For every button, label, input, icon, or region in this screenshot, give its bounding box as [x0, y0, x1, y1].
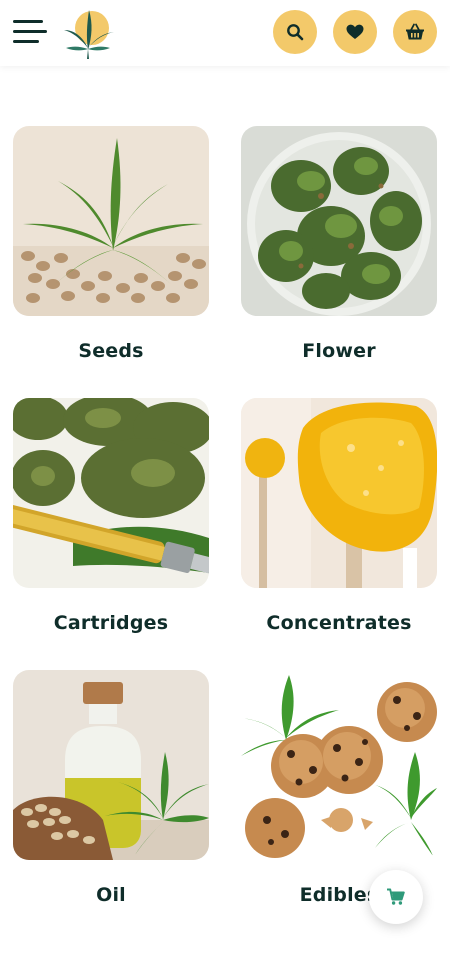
top-header	[0, 0, 450, 66]
category-card-flower[interactable]: Flower	[241, 126, 437, 398]
category-card-cartridges[interactable]: Cartridges	[13, 398, 209, 670]
flower-image[interactable]	[241, 126, 437, 316]
category-grid: Seeds Flower Cartridges Concentrates Oil…	[13, 126, 437, 942]
floating-cart-button[interactable]	[369, 870, 423, 924]
hamburger-menu-icon[interactable]	[13, 16, 47, 48]
search-button[interactable]	[273, 10, 317, 54]
category-card-seeds[interactable]: Seeds	[13, 126, 209, 398]
cannabis-leaf-logo[interactable]	[60, 6, 116, 60]
basket-icon	[406, 23, 424, 40]
wishlist-button[interactable]	[333, 10, 377, 54]
seeds-image[interactable]	[13, 126, 209, 316]
concentrates-image[interactable]	[241, 398, 437, 588]
edibles-image[interactable]	[241, 670, 437, 860]
category-card-oil[interactable]: Oil	[13, 670, 209, 942]
search-icon	[287, 24, 304, 41]
cart-icon	[387, 888, 405, 905]
category-label: Seeds	[78, 340, 144, 362]
basket-button[interactable]	[393, 10, 437, 54]
oil-image[interactable]	[13, 670, 209, 860]
category-label: Oil	[96, 884, 126, 906]
category-label: Cartridges	[53, 612, 169, 634]
heart-icon	[346, 24, 364, 39]
category-card-concentrates[interactable]: Concentrates	[241, 398, 437, 670]
category-label: Flower	[302, 340, 376, 362]
category-label: Concentrates	[266, 612, 412, 634]
cartridges-image[interactable]	[13, 398, 209, 588]
